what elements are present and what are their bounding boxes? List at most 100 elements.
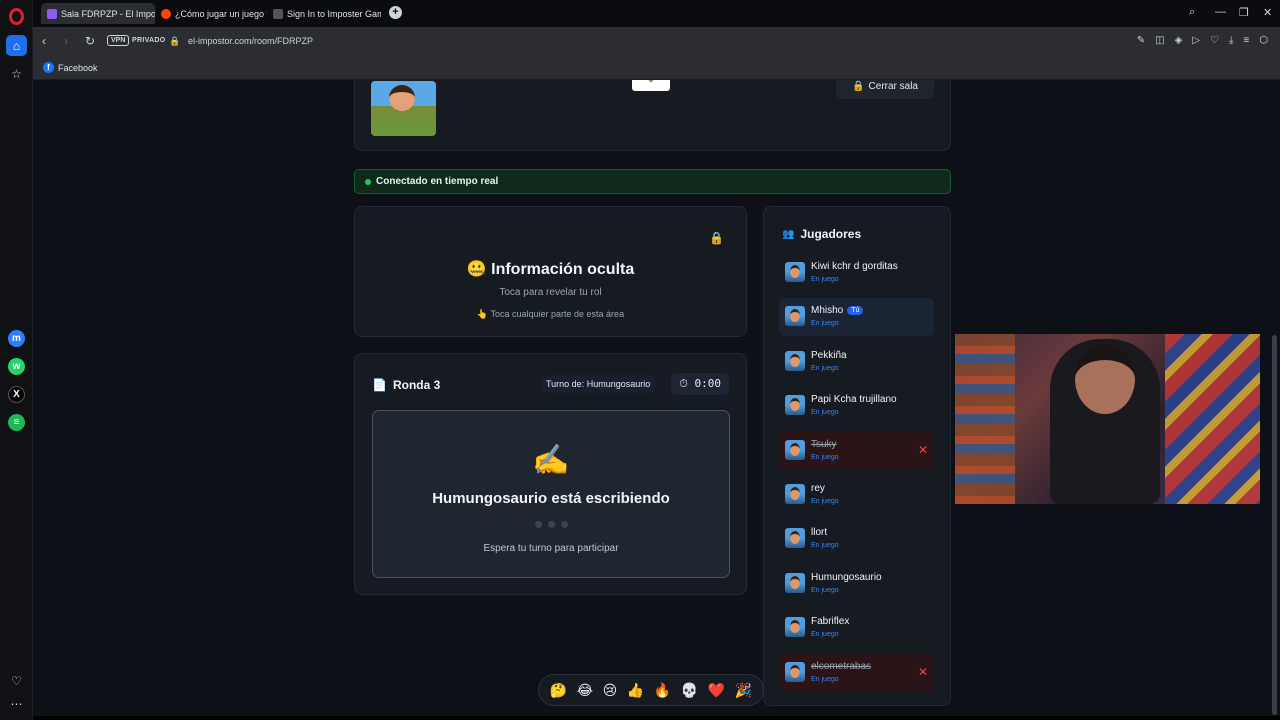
heart-icon[interactable]: ♡ [6,670,27,691]
tab-label: Sign In to Imposter Game [287,8,381,19]
reaction-button[interactable]: 👍 [627,682,644,699]
typing-status-box: ✍️ Humungosaurio está escribiendo Espera… [372,410,730,578]
player-name: Pekkiña [811,349,847,361]
player-status: En juego [811,320,839,328]
lock-icon[interactable]: 🔒 [169,36,180,47]
player-name: Papi Kcha trujillano [811,394,897,406]
users-icon: 👥 [782,228,795,240]
bookmark-label: Facebook [58,62,98,73]
player-row[interactable]: Tsuky En juego ✕ [779,431,934,470]
bookmarks-bar: f Facebook [33,56,1280,80]
search-tabs-icon[interactable]: ⌕ [1189,6,1195,19]
player-row[interactable]: Pekkiña En juego [779,343,934,381]
facebook-icon: f [43,62,54,73]
padlock-icon: 🔒 [709,231,724,245]
messenger-icon[interactable]: m [8,330,25,347]
reaction-button[interactable]: 💀 [681,682,698,699]
player-row[interactable]: llort En juego [779,520,934,558]
player-name: Tsuky [811,438,837,450]
round-title-text: Ronda 3 [392,378,441,392]
player-status: En juego [811,498,839,505]
menu-icon[interactable]: ≡ [1243,35,1249,46]
hidden-info-hint-text: Toca cualquier parte de esta área [490,309,625,319]
vpn-badge[interactable]: VPN [107,35,130,46]
player-status: En juego [811,542,839,550]
tab-sala[interactable]: Sala FDRPZP - El Impostor [41,3,155,24]
reaction-button[interactable]: 😂 [577,682,593,699]
download-icon[interactable]: ⤓ [1229,35,1233,46]
player-row[interactable]: Mhisho Tú En juego [779,298,934,337]
avatar [371,81,436,136]
round-title: 📄 Ronda 3 [372,378,440,392]
wait-text: Espera tu turno para participar [483,543,619,554]
avatar [785,306,805,327]
round-card: 📄 Ronda 3 Turno de: Humungosaurio ⏱ 0:00… [354,353,747,595]
reaction-button[interactable]: 🔥 [654,682,671,699]
timer-value: 0:00 [694,377,722,390]
tab-reddit[interactable]: ¿Cómo jugar un juego típico [155,3,267,24]
reaction-button[interactable]: 😢 [603,682,618,699]
reload-icon[interactable]: ↻ [85,34,95,48]
hidden-info-hint: 👆 Toca cualquier parte de esta área [355,309,746,320]
reaction-button[interactable]: 🎉 [735,682,752,699]
address-actions: ✎ ◫ ◈ ▷ ♡ ⤓ ≡ ⬡ [1137,35,1268,46]
player-row[interactable]: rey En juego [779,476,934,514]
player-row[interactable]: Kiwi kchr d gorditas En juego [779,254,934,292]
star-icon[interactable]: ☆ [6,63,27,84]
reddit-favicon-icon [161,8,171,19]
edit-icon[interactable]: ✎ [1137,35,1145,46]
spotify-icon[interactable]: ≡ [8,414,25,431]
document-icon: 📄 [372,378,387,392]
opera-logo-icon[interactable] [9,8,24,25]
player-row[interactable]: elcometrabas En juego ✕ [779,653,934,692]
address-bar: ‹ › ↻ VPN PRIVADO 🔒 el-impostor.com/room… [33,27,1280,56]
chevron-down-icon[interactable]: ⌄ [632,80,670,91]
players-title: 👥 Jugadores [782,227,861,241]
avatar [785,262,805,282]
avatar [785,572,805,593]
x-icon[interactable]: X [8,386,25,403]
back-icon[interactable]: ‹ [42,34,46,48]
reaction-button[interactable]: 🤔 [550,682,567,699]
shield-icon[interactable]: ◈ [1175,35,1183,46]
hidden-info-card[interactable]: 🔒 🤐 Información oculta Toca para revelar… [354,206,747,337]
close-window-icon[interactable]: ✕ [1263,6,1272,19]
play-icon[interactable]: ▷ [1192,35,1200,46]
url-field[interactable]: el-impostor.com/room/FDRPZP [188,36,313,46]
player-status: En juego [811,675,839,683]
player-status: En juego [811,409,839,417]
reaction-bar: 🤔 😂 😢 👍 🔥 💀 ❤️ 🎉 [538,674,764,706]
more-icon[interactable]: ⋯ [6,693,27,714]
player-row[interactable]: Humungosaurio En juego [779,565,934,603]
bookmark-facebook[interactable]: f Facebook [43,62,98,73]
camera-icon[interactable]: ◫ [1155,35,1164,46]
heart-outline-icon[interactable]: ♡ [1210,35,1219,46]
player-name: Fabriflex [811,616,850,628]
new-tab-button[interactable]: + [389,6,402,19]
timer: ⏱ 0:00 [671,373,729,395]
tab-signin[interactable]: Sign In to Imposter Game [267,3,381,24]
player-row[interactable]: Fabriflex En juego [779,609,934,647]
forward-icon[interactable]: › [64,34,68,48]
typing-title: Humungosaurio está escribiendo [432,490,670,507]
minimize-icon[interactable]: — [1215,6,1226,18]
reaction-button[interactable]: ❤️ [708,682,725,699]
player-status: En juego [811,631,839,639]
cube-icon[interactable]: ⬡ [1259,35,1268,46]
page-scrollbar[interactable] [1269,80,1280,716]
tab-bar: Sala FDRPZP - El Impostor ¿Cómo jugar un… [33,0,1280,27]
players-title-text: Jugadores [800,227,862,241]
typing-dots [373,521,729,528]
code-favicon-icon [273,8,283,19]
close-room-button[interactable]: 🔒 Cerrar sala [836,80,934,99]
tab-label: Sala FDRPZP - El Impostor [61,8,155,19]
restore-icon[interactable]: ❐ [1239,6,1249,19]
impostor-favicon-icon [47,8,57,19]
whatsapp-icon[interactable]: w [8,358,25,375]
player-row[interactable]: Papi Kcha trujillano En juego [779,387,934,425]
turn-badge: Turno de: Humungosaurio [541,375,656,393]
eliminated-x-icon: ✕ [917,664,928,679]
home-icon[interactable]: ⌂ [6,35,27,56]
avatar [785,439,805,460]
player-name: Mhisho Tú [811,305,864,316]
